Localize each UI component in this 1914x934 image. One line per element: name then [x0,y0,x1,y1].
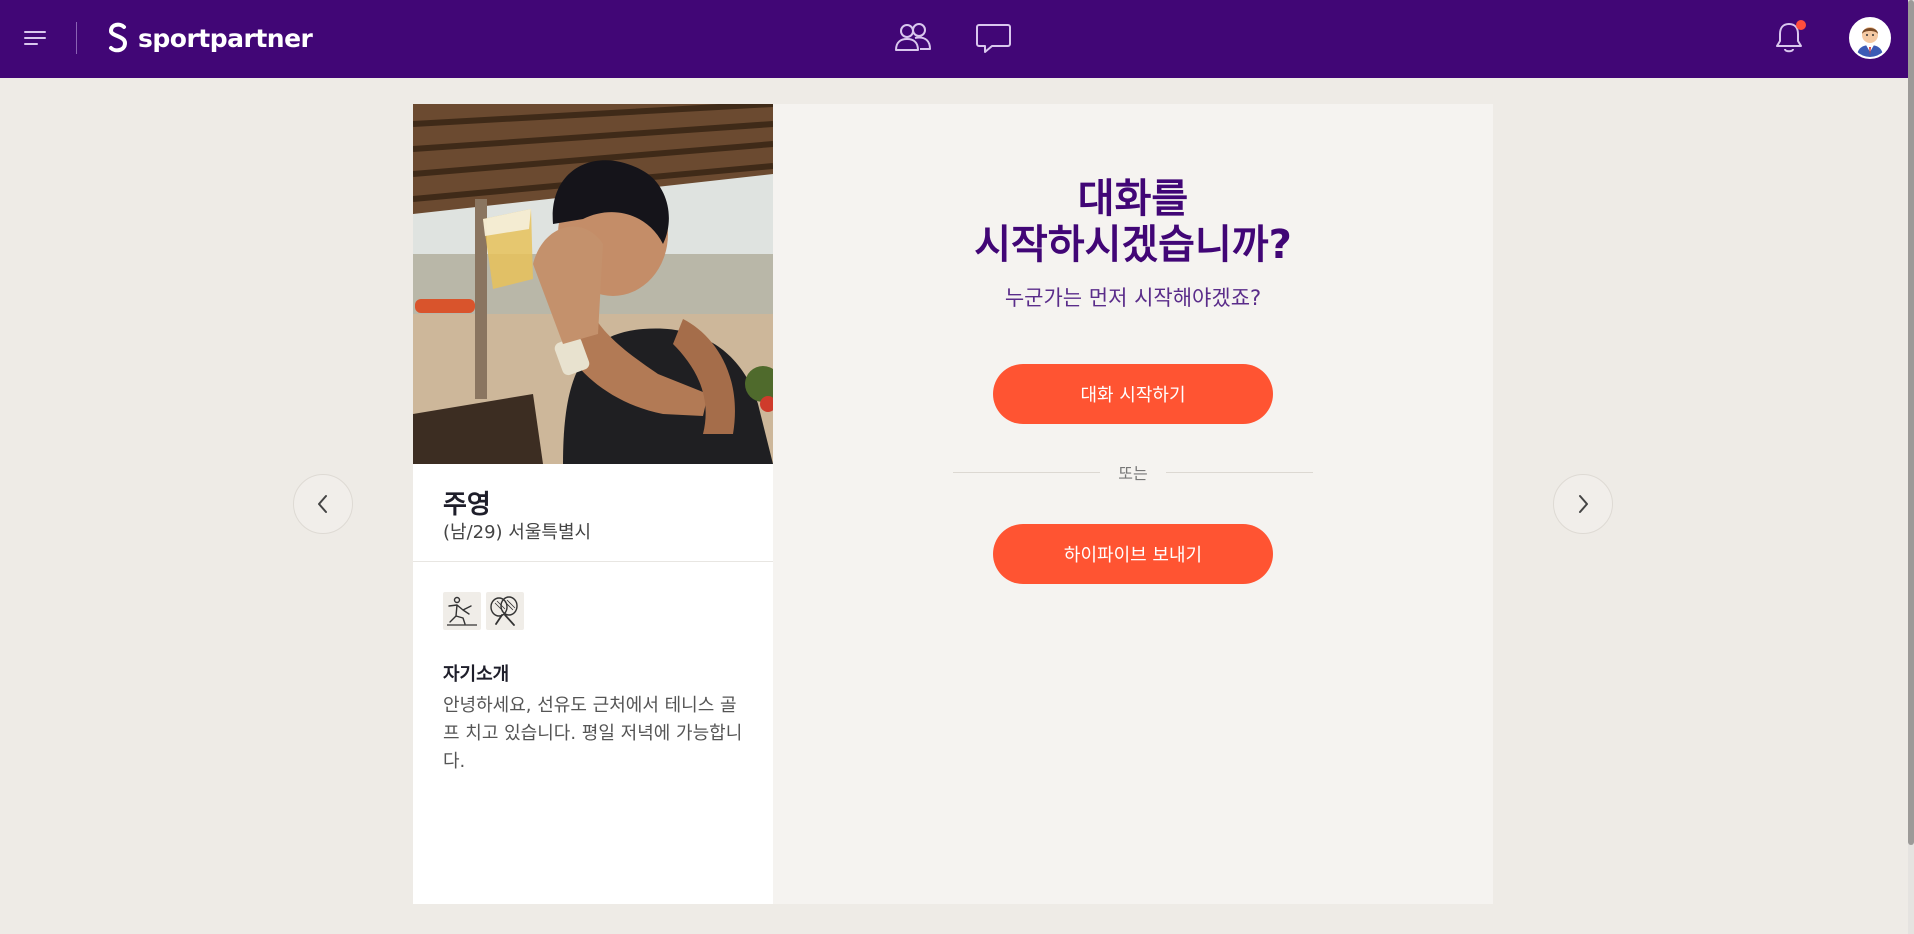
intro-text: 안녕하세요, 선유도 근처에서 테니스 골프 치고 있습니다. 평일 저녁에 가… [443,695,743,772]
profile-card: 주영 (남/29) 서울특별시 자기소개 안녕하세요, 선유도 근처에서 테니스… [413,104,773,904]
chat-prompt-title-line1: 대화를 [1077,176,1189,222]
previous-profile-button[interactable] [293,474,353,534]
or-divider: 또는 [953,462,1314,483]
chevron-left-icon [318,495,327,513]
profile-photo-image [413,104,773,464]
send-highfive-button[interactable]: 하이파이브 보내기 [993,524,1273,584]
card-divider [413,561,773,562]
tennis-icon [490,596,518,626]
logo[interactable]: sportpartner [106,20,313,56]
chat-icon [976,24,1011,53]
chevron-right-icon [1579,495,1588,513]
start-conversation-button[interactable]: 대화 시작하기 [993,364,1273,424]
top-navigation-bar: sportpartner [0,0,1914,78]
logo-text: sportpartner [138,23,313,53]
avatar[interactable] [1849,17,1891,59]
chat-prompt-title-line2: 시작하시겠습니까? [974,222,1292,268]
profile-name: 주영 [443,490,491,520]
partners-nav-button[interactable] [893,20,933,56]
chat-prompt-title: 대화를 시작하시겠습니까? [773,176,1493,268]
profile-photo[interactable] [413,104,773,464]
chat-prompt-subtitle: 누군가는 먼저 시작해야겠죠? [1004,286,1262,310]
scrollbar-thumb[interactable] [1908,0,1914,845]
partners-icon [895,23,931,51]
or-text: 또는 [1118,464,1148,483]
header-divider [76,22,77,54]
next-profile-button[interactable] [1553,474,1613,534]
sport-badge-tennis [486,592,524,630]
or-line-left [953,471,1101,473]
sportpartner-logo-icon [108,22,128,53]
user-avatar-icon [1851,19,1889,57]
chat-prompt-panel: 대화를 시작하시겠습니까? 누군가는 먼저 시작해야겠죠? 대화 시작하기 또는… [773,104,1493,904]
menu-icon[interactable] [24,28,48,48]
profile-gender-age-location: (남/29) 서울특별시 [443,522,592,543]
running-icon [447,596,477,626]
or-line-right [1165,471,1314,473]
chat-nav-button[interactable] [974,20,1014,56]
notification-badge [1796,20,1806,30]
sport-badge-running [443,592,481,630]
intro-heading: 자기소개 [443,664,510,685]
